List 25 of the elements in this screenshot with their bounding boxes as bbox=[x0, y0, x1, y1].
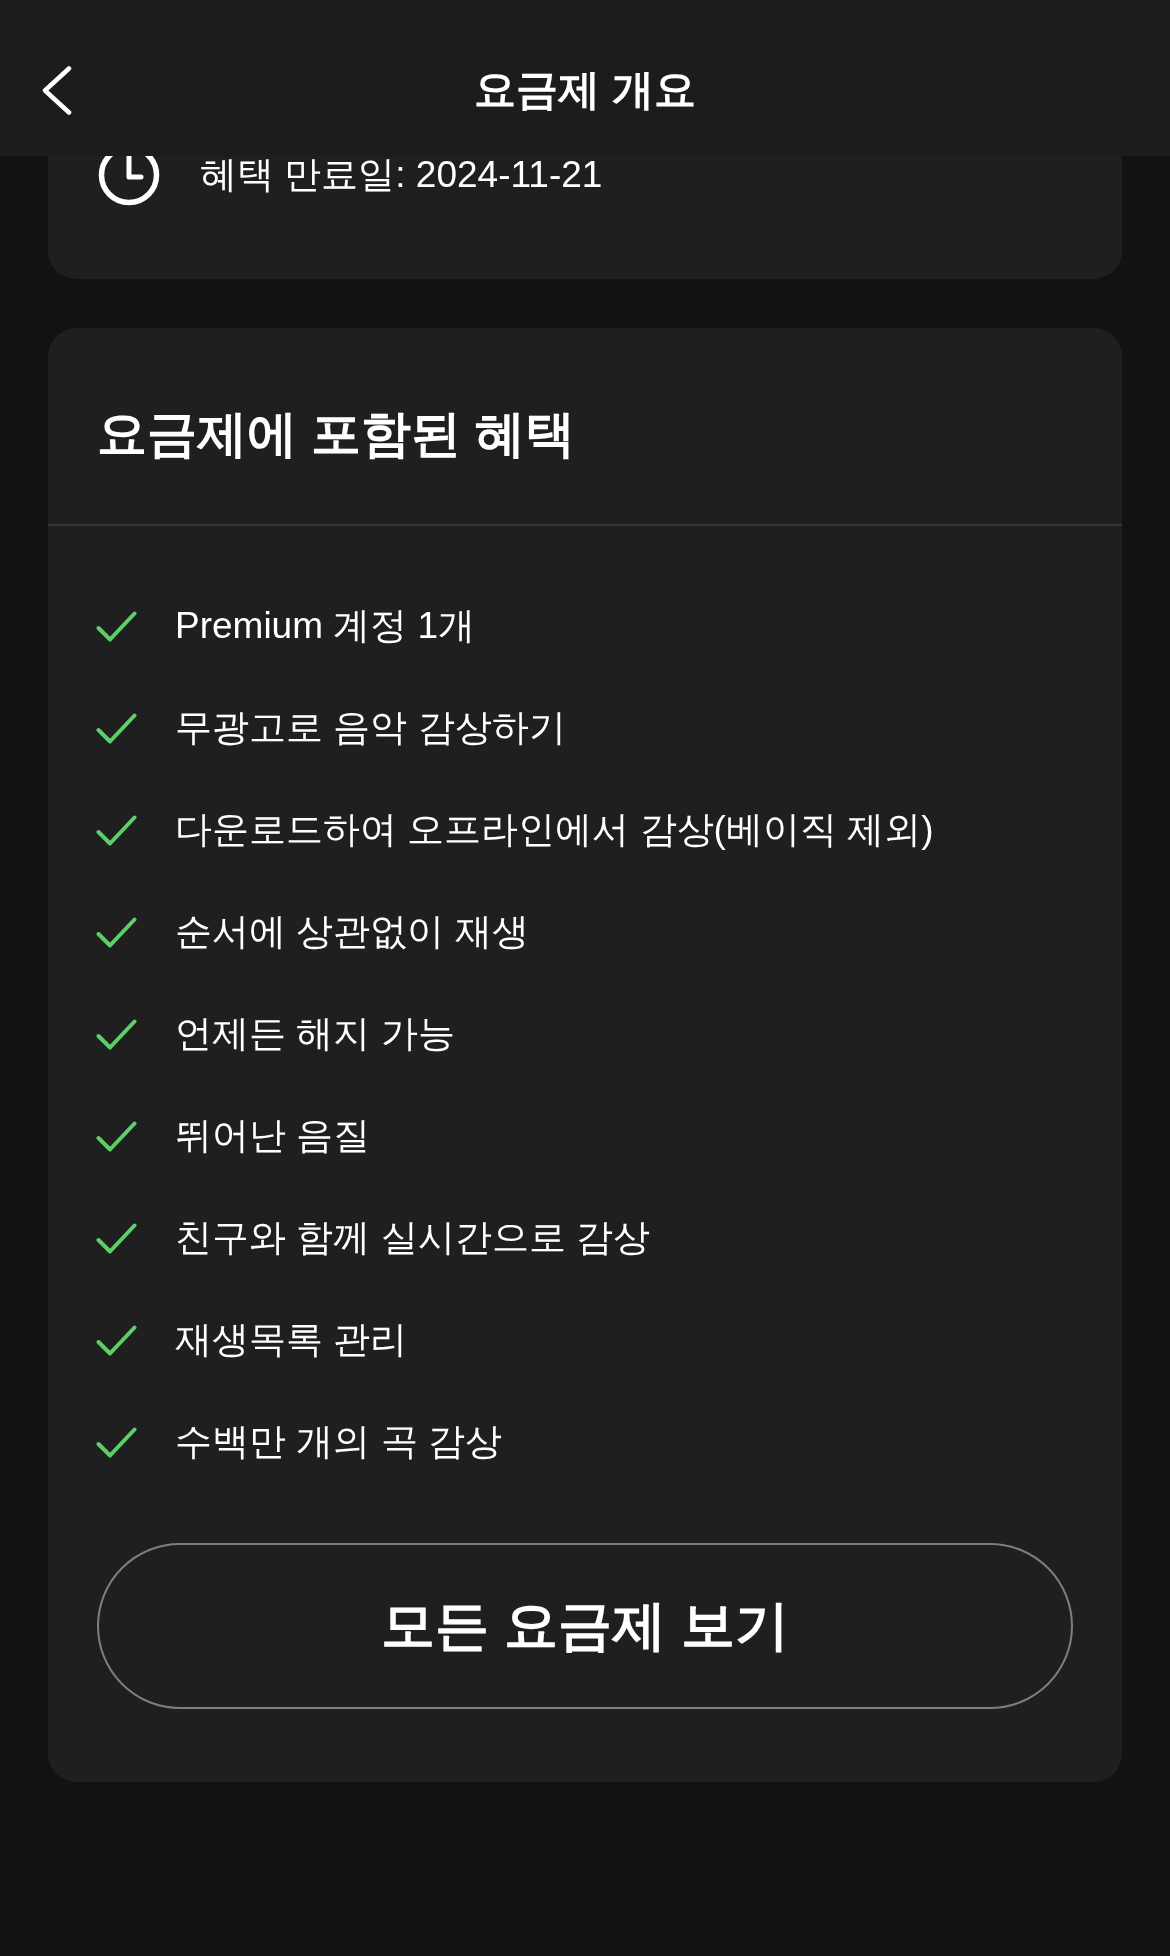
benefit-text: 순서에 상관없이 재생 bbox=[175, 910, 529, 954]
benefit-text: 뛰어난 음질 bbox=[175, 1114, 371, 1158]
back-button[interactable] bbox=[42, 65, 72, 115]
check-icon bbox=[96, 712, 137, 744]
check-icon bbox=[96, 1324, 137, 1356]
expiry-date-text: 혜택 만료일: 2024-11-21 bbox=[200, 153, 603, 197]
check-icon bbox=[96, 1120, 137, 1152]
chevron-left-icon bbox=[42, 65, 72, 115]
benefit-text: 재생목록 관리 bbox=[175, 1318, 408, 1362]
benefit-text: 친구와 함께 실시간으로 감상 bbox=[175, 1216, 650, 1260]
benefit-text: 다운로드하여 오프라인에서 감상(베이직 제외) bbox=[175, 808, 934, 852]
page-title: 요금제 개요 bbox=[474, 65, 696, 115]
check-icon bbox=[96, 814, 137, 846]
check-icon bbox=[96, 1426, 137, 1458]
check-icon bbox=[96, 1222, 137, 1254]
benefit-text: 언제든 해지 가능 bbox=[175, 1012, 455, 1056]
view-all-plans-button[interactable]: 모든 요금제 보기 bbox=[97, 1543, 1073, 1709]
benefit-text: Premium 계정 1개 bbox=[175, 604, 476, 648]
clock-icon bbox=[98, 156, 160, 206]
check-icon bbox=[96, 916, 137, 948]
check-icon bbox=[96, 1018, 137, 1050]
benefit-text: 수백만 개의 곡 감상 bbox=[175, 1420, 502, 1464]
benefit-text: 무광고로 음악 감상하기 bbox=[175, 706, 566, 750]
check-icon bbox=[96, 610, 137, 642]
benefits-title: 요금제에 포함된 혜택 bbox=[48, 328, 1122, 526]
